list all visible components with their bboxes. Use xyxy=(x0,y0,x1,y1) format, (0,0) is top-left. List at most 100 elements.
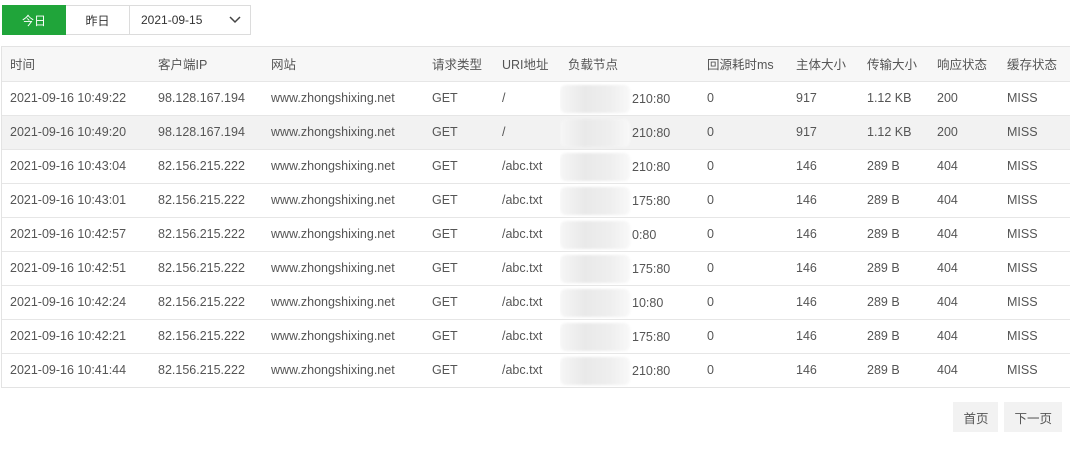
cell-transfer-size: 289 B xyxy=(859,319,929,354)
cell-cache: MISS xyxy=(999,217,1070,252)
first-page-button[interactable]: 首页 xyxy=(953,402,999,432)
cell-client-ip: 82.156.215.222 xyxy=(150,149,263,184)
cell-transfer-size: 289 B xyxy=(859,285,929,320)
cell-client-ip: 82.156.215.222 xyxy=(150,319,263,354)
cell-cache: MISS xyxy=(999,319,1070,354)
cell-status: 404 xyxy=(929,251,999,286)
column-header-body-size: 主体大小 xyxy=(788,47,859,82)
cell-transfer-size: 289 B xyxy=(867,363,900,378)
redacted-blur xyxy=(560,254,630,283)
cell-method: GET xyxy=(424,217,494,252)
cell-time: 2021-09-16 10:42:24 xyxy=(2,285,150,320)
cell-body-size: 146 xyxy=(788,251,859,286)
cell-client-ip: 82.156.215.222 xyxy=(150,285,263,320)
cell-status: 200 xyxy=(929,115,999,150)
node-port: 175:80 xyxy=(632,261,671,276)
cell-status: 404 xyxy=(929,319,999,354)
cell-uri: /abc.txt xyxy=(502,363,543,378)
cell-node: 0:80 xyxy=(560,217,699,252)
cell-site: www.zhongshixing.net xyxy=(263,319,424,354)
column-header-origin-time: 回源耗时ms xyxy=(699,47,788,82)
yesterday-button[interactable]: 昨日 xyxy=(66,5,130,35)
cell-node: 210:80 xyxy=(560,353,699,387)
node-port: 10:80 xyxy=(632,295,664,310)
cell-time: 2021-09-16 10:42:21 xyxy=(2,319,150,354)
table-header-row: 时间 客户端IP 网站 请求类型 URI地址 负载节点 回源耗时ms 主体大小 … xyxy=(2,47,1070,82)
cell-origin-time: 0 xyxy=(699,183,788,218)
cell-node: 175:80 xyxy=(560,183,699,218)
cell-time: 2021-09-16 10:49:22 xyxy=(2,81,150,116)
cell-status: 404 xyxy=(929,285,999,320)
cell-origin-time: 0 xyxy=(699,115,788,150)
cell-origin-time: 0 xyxy=(699,251,788,286)
node-port: 210:80 xyxy=(632,125,671,140)
cell-status: 404 xyxy=(929,183,999,218)
node-port: 210:80 xyxy=(632,91,671,106)
cell-client-ip: 82.156.215.222 xyxy=(158,363,245,378)
cell-transfer-size: 1.12 KB xyxy=(859,115,929,150)
cell-site: www.zhongshixing.net xyxy=(263,115,424,150)
cell-origin-time: 0 xyxy=(699,149,788,184)
cell-client-ip: 98.128.167.194 xyxy=(150,81,263,116)
cell-uri: /abc.txt xyxy=(494,183,560,218)
cell-uri: / xyxy=(494,81,560,116)
cell-body-size: 146 xyxy=(788,183,859,218)
node-port: 175:80 xyxy=(632,329,671,344)
cell-node: 210:80 xyxy=(560,115,699,150)
cell-uri: /abc.txt xyxy=(494,251,560,286)
cell-node: 175:80 xyxy=(560,319,699,354)
cell-method: GET xyxy=(432,363,458,378)
cell-client-ip: 82.156.215.222 xyxy=(150,183,263,218)
cell-transfer-size: 289 B xyxy=(859,149,929,184)
table-row: 2021-09-16 10:41:44 82.156.215.222 www.z… xyxy=(2,353,1070,387)
cell-method: GET xyxy=(424,285,494,320)
cell-time: 2021-09-16 10:43:01 xyxy=(2,183,150,218)
date-picker[interactable]: 2021-09-15 xyxy=(130,5,251,35)
access-log-table: 时间 客户端IP 网站 请求类型 URI地址 负载节点 回源耗时ms 主体大小 … xyxy=(1,46,1070,388)
cell-time: 2021-09-16 10:41:44 xyxy=(10,363,127,378)
cell-site: www.zhongshixing.net xyxy=(263,183,424,218)
cell-cache: MISS xyxy=(999,183,1070,218)
cell-client-ip: 82.156.215.222 xyxy=(150,251,263,286)
cell-time: 2021-09-16 10:42:51 xyxy=(2,251,150,286)
date-filter-toolbar: 今日 昨日 2021-09-15 xyxy=(2,5,251,35)
cell-method: GET xyxy=(424,115,494,150)
cell-status: 200 xyxy=(929,81,999,116)
cell-body-size: 146 xyxy=(788,217,859,252)
cell-time: 2021-09-16 10:43:04 xyxy=(2,149,150,184)
cell-method: GET xyxy=(424,81,494,116)
cell-status: 404 xyxy=(929,149,999,184)
column-header-site: 网站 xyxy=(263,47,424,82)
table-row: 2021-09-16 10:43:01 82.156.215.222 www.z… xyxy=(2,183,1070,218)
node-port: 210:80 xyxy=(632,159,671,174)
pagination: 首页 下一页 xyxy=(953,402,1062,432)
column-header-status: 响应状态 xyxy=(929,47,999,82)
cell-cache: MISS xyxy=(999,115,1070,150)
column-header-time: 时间 xyxy=(2,47,150,82)
date-picker-value: 2021-09-15 xyxy=(141,13,203,27)
today-button[interactable]: 今日 xyxy=(2,5,66,35)
cell-time: 2021-09-16 10:42:57 xyxy=(2,217,150,252)
cell-origin-time: 0 xyxy=(699,81,788,116)
cell-time: 2021-09-16 10:49:20 xyxy=(2,115,150,150)
cell-body-size: 917 xyxy=(788,115,859,150)
cell-node: 210:80 xyxy=(560,149,699,184)
cell-origin-time: 0 xyxy=(699,217,788,252)
column-header-method: 请求类型 xyxy=(424,47,494,82)
table-row: 2021-09-16 10:42:51 82.156.215.222 www.z… xyxy=(2,251,1070,286)
node-port: 210:80 xyxy=(632,363,671,378)
cell-body-size: 146 xyxy=(788,319,859,354)
cell-transfer-size: 289 B xyxy=(859,183,929,218)
redacted-blur xyxy=(560,220,630,249)
redacted-blur xyxy=(560,84,630,113)
cell-origin-time: 0 xyxy=(699,285,788,320)
redacted-blur xyxy=(560,356,630,385)
node-port: 0:80 xyxy=(632,227,657,242)
cell-cache: MISS xyxy=(999,149,1070,184)
cell-cache: MISS xyxy=(999,251,1070,286)
next-page-button[interactable]: 下一页 xyxy=(1004,402,1062,432)
cell-body-size: 146 xyxy=(796,363,817,378)
column-header-transfer-size: 传输大小 xyxy=(859,47,929,82)
cell-node: 10:80 xyxy=(560,285,699,320)
cell-transfer-size: 289 B xyxy=(859,217,929,252)
